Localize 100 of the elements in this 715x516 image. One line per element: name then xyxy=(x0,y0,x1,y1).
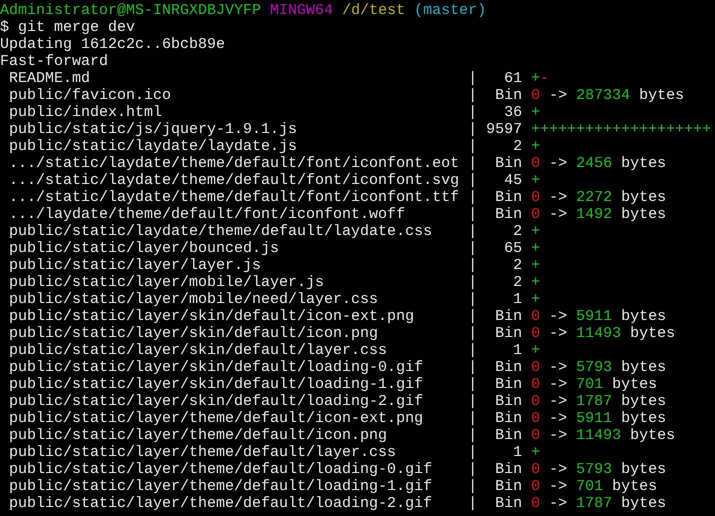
size-unit: bytes xyxy=(621,155,666,172)
change-count: 9597 xyxy=(486,121,522,138)
separator-text: | xyxy=(468,359,478,376)
arrow-text: -> xyxy=(549,155,568,172)
new-size: 1787 xyxy=(576,393,612,410)
git-branch: (master) xyxy=(414,2,486,19)
separator-text: | xyxy=(468,342,478,359)
separator-text: | xyxy=(468,121,478,138)
file-path: public/static/layer/bounced.js xyxy=(9,240,280,257)
arrow-text: -> xyxy=(549,308,568,325)
file-path: public/static/layer/mobile/need/layer.css xyxy=(9,291,378,308)
file-path: public/favicon.ico xyxy=(9,87,172,104)
separator-text: | xyxy=(468,155,478,172)
size-unit: bytes xyxy=(621,359,666,376)
separator-text: | xyxy=(468,70,478,87)
change-count: Bin xyxy=(495,495,522,512)
change-count: 1 xyxy=(513,342,522,359)
size-unit: bytes xyxy=(630,325,676,342)
size-unit: bytes xyxy=(621,495,666,512)
arrow-text: -> xyxy=(549,189,568,206)
size-unit: bytes xyxy=(621,393,666,410)
separator-text: | xyxy=(468,308,478,325)
file-path: public/static/layer/skin/default/icon.png xyxy=(9,325,378,342)
change-count: 1 xyxy=(513,291,522,308)
new-size: 2272 xyxy=(576,189,612,206)
file-path: public/static/layer/mobile/layer.js xyxy=(9,274,324,291)
separator-text: | xyxy=(468,223,478,240)
arrow-text: -> xyxy=(549,376,568,393)
additions-graph: + xyxy=(531,444,540,461)
working-directory: /d/test xyxy=(342,2,406,19)
arrow-text: -> xyxy=(549,410,568,427)
deletions-graph: - xyxy=(540,70,550,87)
arrow-text: -> xyxy=(549,359,568,376)
change-count: Bin xyxy=(495,478,522,495)
separator-text: | xyxy=(468,325,478,342)
new-size: 2456 xyxy=(576,155,612,172)
file-path: public/static/laydate/laydate.js xyxy=(9,138,298,155)
old-size: 0 xyxy=(531,308,540,325)
arrow-text: -> xyxy=(549,427,568,444)
change-count: 1 xyxy=(513,444,522,461)
change-count: Bin xyxy=(495,427,522,444)
old-size: 0 xyxy=(531,359,540,376)
new-size: 11493 xyxy=(576,427,622,444)
user-host: Administrator@MS-INRGXDBJVYFP xyxy=(0,2,262,19)
old-size: 0 xyxy=(531,478,540,495)
additions-graph: + xyxy=(531,291,540,308)
change-count: Bin xyxy=(495,189,522,206)
separator-text: | xyxy=(468,427,478,444)
separator-text: | xyxy=(468,104,478,121)
arrow-text: -> xyxy=(549,461,568,478)
additions-graph: + xyxy=(531,172,540,189)
change-count: 2 xyxy=(513,223,522,240)
new-size: 5911 xyxy=(576,410,612,427)
change-count: 65 xyxy=(504,240,522,257)
file-path: public/static/layer/layer.js xyxy=(9,257,262,274)
change-count: 2 xyxy=(513,138,522,155)
separator-text: | xyxy=(468,189,478,206)
shell-name: MINGW64 xyxy=(270,2,334,19)
new-size: 11493 xyxy=(576,325,622,342)
additions-graph: + xyxy=(531,274,540,291)
old-size: 0 xyxy=(531,393,540,410)
file-path: .../static/laydate/theme/default/font/iconfont.eot xyxy=(9,155,460,172)
additions-graph: + xyxy=(531,257,540,274)
file-path: public/static/layer/theme/default/loading-0.gif xyxy=(9,461,432,478)
size-unit: bytes xyxy=(612,376,658,393)
new-size: 5793 xyxy=(576,359,612,376)
output-line: Updating 1612c2c..6bcb89e xyxy=(0,36,226,53)
additions-graph: + xyxy=(531,223,540,240)
size-unit: bytes xyxy=(621,410,666,427)
separator-text: | xyxy=(468,274,478,291)
arrow-text: -> xyxy=(549,87,568,104)
file-path: public/static/layer/theme/default/loading-1.gif xyxy=(9,478,432,495)
new-size: 5793 xyxy=(576,461,612,478)
new-size: 1492 xyxy=(576,206,612,223)
arrow-text: -> xyxy=(549,478,568,495)
file-path: public/static/layer/skin/default/layer.css xyxy=(9,342,388,359)
size-unit: bytes xyxy=(612,478,658,495)
file-path: public/static/layer/skin/default/loading-2.gif xyxy=(9,393,424,410)
old-size: 0 xyxy=(531,376,540,393)
file-path: .../static/laydate/theme/default/font/iconfont.ttf xyxy=(9,189,460,206)
arrow-text: -> xyxy=(549,325,568,342)
additions-graph: + xyxy=(531,70,540,87)
change-count: Bin xyxy=(495,359,522,376)
arrow-text: -> xyxy=(549,206,568,223)
new-size: 1787 xyxy=(576,495,612,512)
file-path: public/index.html xyxy=(9,104,162,121)
file-path: public/static/layer/theme/default/icon-ext.png xyxy=(9,410,424,427)
file-path: public/static/layer/skin/default/loading-1.gif xyxy=(9,376,424,393)
separator-text: | xyxy=(468,87,478,104)
change-count: Bin xyxy=(495,308,522,325)
additions-graph: + xyxy=(531,240,540,257)
additions-graph: + xyxy=(531,138,540,155)
change-count: 2 xyxy=(513,274,522,291)
size-unit: bytes xyxy=(621,189,666,206)
old-size: 0 xyxy=(531,325,540,342)
separator-text: | xyxy=(468,461,478,478)
old-size: 0 xyxy=(531,155,540,172)
additions-graph: + xyxy=(531,342,540,359)
new-size: 701 xyxy=(576,376,604,393)
arrow-text: -> xyxy=(549,393,568,410)
